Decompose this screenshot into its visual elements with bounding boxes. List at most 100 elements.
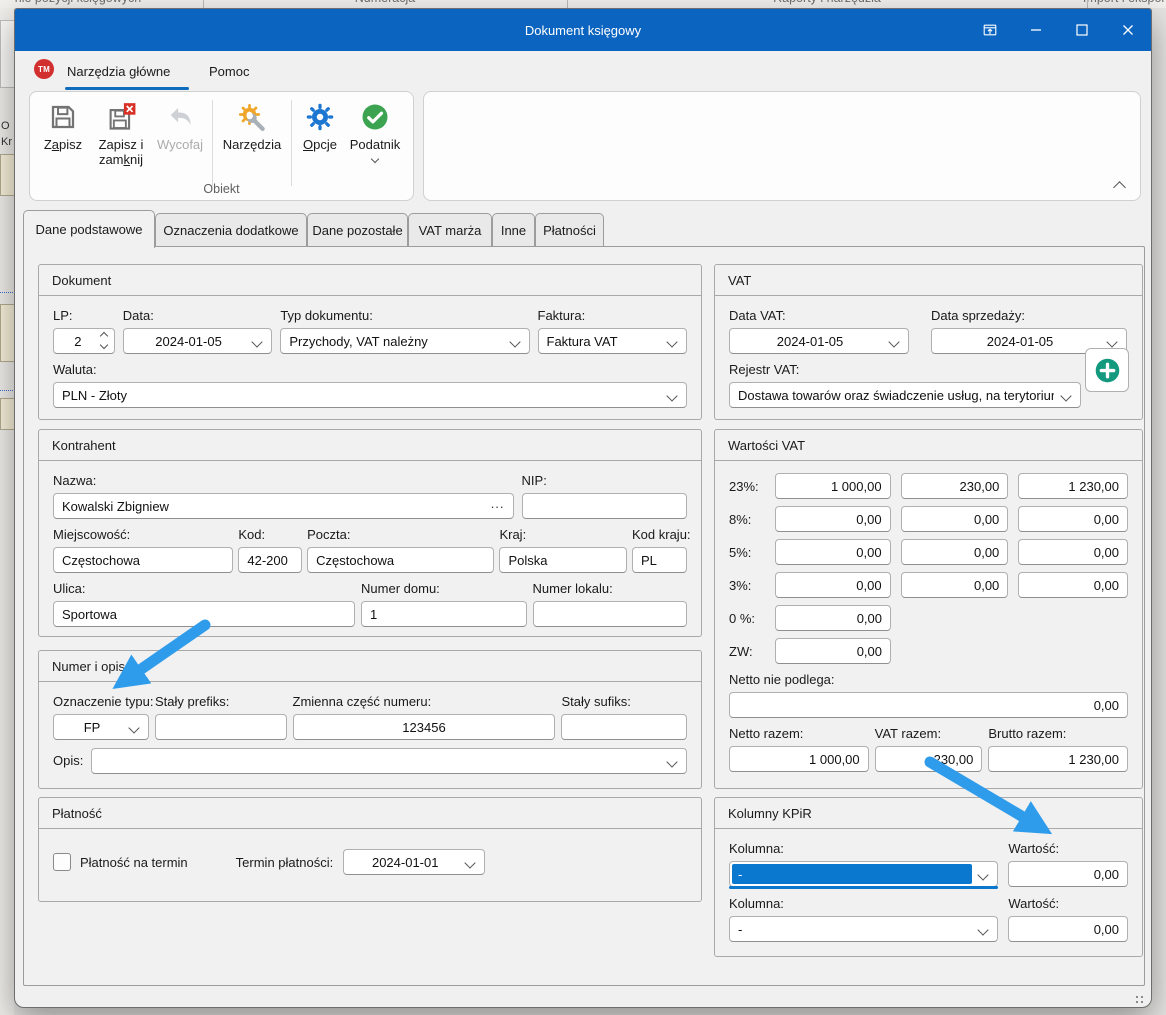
- maximize-icon: [1074, 22, 1090, 38]
- miejscowosc-input[interactable]: Częstochowa: [53, 547, 233, 573]
- zapisz-i-zamknij-button[interactable]: Zapisz i zamknij: [90, 98, 152, 167]
- resize-grip[interactable]: [1136, 996, 1138, 998]
- staly-prefiks-input[interactable]: [155, 714, 287, 740]
- maximize-button[interactable]: [1059, 9, 1105, 51]
- separator: [291, 100, 292, 186]
- vat-brutto-5-field[interactable]: 0,00: [1018, 539, 1128, 565]
- group-platnosc: Płatność Płatność na termin Termin płatn…: [38, 797, 702, 902]
- group-numer-i-opis: Numer i opis Oznaczenie typu: FP Stały p…: [38, 650, 702, 789]
- screen: nie pozycji księgowych Numeracja Raporty…: [0, 0, 1166, 1015]
- ulica-label: Ulica:: [53, 581, 355, 597]
- background-fragment: [0, 304, 14, 362]
- faktura-select[interactable]: Faktura VAT: [538, 328, 688, 354]
- background-fragment: [0, 398, 14, 430]
- tab-oznaczenia-dodatkowe[interactable]: Oznaczenia dodatkowe: [155, 213, 307, 246]
- netto-razem-field[interactable]: 1 000,00: [729, 746, 869, 772]
- brutto-razem-field[interactable]: 1 230,00: [988, 746, 1128, 772]
- background-fragment: [0, 292, 13, 293]
- typ-dokumentu-label: Typ dokumentu:: [280, 308, 529, 324]
- vat-brutto-3-field[interactable]: 0,00: [1018, 572, 1128, 598]
- staly-sufiks-input[interactable]: [561, 714, 687, 740]
- vat-netto-3-field[interactable]: 0,00: [775, 572, 891, 598]
- podatnik-button[interactable]: Podatnik: [344, 98, 406, 162]
- vat-vat-23-field[interactable]: 230,00: [901, 473, 1009, 499]
- minimize-button[interactable]: [1013, 9, 1059, 51]
- group-kontrahent: Kontrahent Nazwa: Kowalski Zbigniew ... …: [38, 429, 702, 637]
- kpir-wartosc-field-1[interactable]: 0,00: [1008, 861, 1128, 887]
- selected-option-highlight: -: [732, 864, 972, 884]
- chevron-up-icon: [1113, 181, 1126, 194]
- kod-kraju-input[interactable]: PL: [632, 547, 687, 573]
- typ-dokumentu-select[interactable]: Przychody, VAT należny: [280, 328, 529, 354]
- termin-platnosci-select[interactable]: 2024-01-01: [343, 849, 485, 875]
- kpir-wartosc-field-2[interactable]: 0,00: [1008, 916, 1128, 942]
- narzedzia-button[interactable]: Narzędzia: [217, 98, 287, 152]
- vat-netto-zw-field[interactable]: 0,00: [775, 638, 891, 664]
- add-vat-register-button[interactable]: [1085, 348, 1129, 392]
- titlebar: Dokument księgowy: [15, 9, 1151, 51]
- vat-razem-field[interactable]: 230,00: [875, 746, 983, 772]
- vat-brutto-23-field[interactable]: 1 230,00: [1018, 473, 1128, 499]
- wartosc-label: Wartość:: [1008, 841, 1128, 857]
- tab-content-panel: Dokument LP: 2: [23, 246, 1145, 986]
- tab-inne[interactable]: Inne: [492, 213, 535, 246]
- vat-vat-5-field[interactable]: 0,00: [901, 539, 1009, 565]
- vat-brutto-8-field[interactable]: 0,00: [1018, 506, 1128, 532]
- vat-vat-8-field[interactable]: 0,00: [901, 506, 1009, 532]
- lp-spinner[interactable]: 2: [53, 328, 115, 354]
- kpir-kolumna-select-1[interactable]: -: [729, 861, 998, 887]
- vat-rate-label: 3%:: [729, 578, 765, 593]
- zapisz-button[interactable]: Zapisz: [36, 98, 90, 152]
- vat-netto-0-field[interactable]: 0,00: [775, 605, 891, 631]
- oznaczenie-typu-select[interactable]: FP: [53, 714, 149, 740]
- menu-tab-pomoc[interactable]: Pomoc: [205, 57, 253, 85]
- spin-up-icon[interactable]: [100, 332, 108, 340]
- netto-nie-podlega-field[interactable]: 0,00: [729, 692, 1128, 718]
- vat-netto-5-field[interactable]: 0,00: [775, 539, 891, 565]
- vat-netto-8-field[interactable]: 0,00: [775, 506, 891, 532]
- background-tab: Numeracja: [355, 0, 415, 5]
- plus-icon: [1094, 357, 1121, 384]
- nip-input[interactable]: [522, 493, 687, 519]
- rejestr-vat-select[interactable]: Dostawa towarów oraz świadczenie usług, …: [729, 382, 1081, 408]
- save-icon: [48, 102, 78, 132]
- background-fragment: [1, 366, 9, 374]
- background-fragment: Kr: [1, 136, 12, 148]
- kontrahent-lookup-button[interactable]: ...: [491, 496, 505, 511]
- chevron-down-icon: [666, 756, 677, 767]
- menu-tab-narzedzia-glowne[interactable]: Narzędzia główne: [63, 57, 174, 85]
- spin-down-icon[interactable]: [100, 341, 108, 349]
- kpir-kolumna-select-2[interactable]: -: [729, 916, 998, 942]
- opis-select[interactable]: [91, 748, 687, 774]
- tab-dane-podstawowe[interactable]: Dane podstawowe: [23, 210, 155, 248]
- collapse-ribbon-button[interactable]: [1115, 183, 1124, 192]
- platnosc-na-termin-checkbox[interactable]: [53, 853, 71, 871]
- tab-dane-pozostale[interactable]: Dane pozostałe: [307, 213, 408, 246]
- ulica-input[interactable]: Sportowa: [53, 601, 355, 627]
- nazwa-input[interactable]: Kowalski Zbigniew ...: [53, 493, 514, 519]
- waluta-select[interactable]: PLN - Złoty: [53, 382, 687, 408]
- numer-domu-input[interactable]: 1: [361, 601, 526, 627]
- undo-icon: [165, 102, 195, 132]
- miejscowosc-label: Miejscowość:: [53, 527, 233, 543]
- wycofaj-button[interactable]: Wycofaj: [152, 98, 208, 152]
- background-fragment: [0, 154, 14, 196]
- kod-input[interactable]: 42-200: [238, 547, 302, 573]
- numer-lokalu-input[interactable]: [533, 601, 688, 627]
- vat-netto-23-field[interactable]: 1 000,00: [775, 473, 891, 499]
- data-vat-select[interactable]: 2024-01-05: [729, 328, 909, 354]
- vat-rate-label: 8%:: [729, 512, 765, 527]
- close-button[interactable]: [1105, 9, 1151, 51]
- tab-platnosci[interactable]: Płatności: [535, 213, 604, 246]
- dock-window-button[interactable]: [967, 9, 1013, 51]
- zmienna-czesc-numeru-input[interactable]: 123456: [293, 714, 556, 740]
- data-select[interactable]: 2024-01-05: [123, 328, 273, 354]
- background-fragment: [0, 390, 13, 391]
- active-menu-underline: [65, 87, 189, 90]
- brutto-razem-label: Brutto razem:: [988, 726, 1128, 742]
- tab-vat-marza[interactable]: VAT marża: [408, 213, 492, 246]
- kraj-input[interactable]: Polska: [499, 547, 627, 573]
- vat-vat-3-field[interactable]: 0,00: [901, 572, 1009, 598]
- poczta-input[interactable]: Częstochowa: [307, 547, 494, 573]
- opcje-button[interactable]: Opcje: [296, 98, 344, 152]
